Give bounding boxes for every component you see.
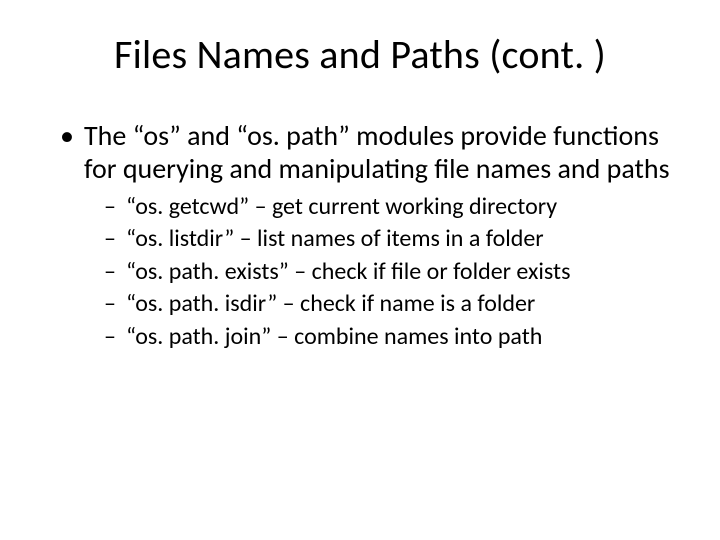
sub-bullet-item: “os. path. join” – combine names into pa… bbox=[104, 321, 670, 353]
slide: Files Names and Paths (cont. ) The “os” … bbox=[0, 0, 720, 540]
bullet-item: The “os” and “os. path” modules provide … bbox=[60, 119, 670, 353]
sub-bullet-item: “os. getcwd” – get current working direc… bbox=[104, 191, 670, 223]
bullet-text: The “os” and “os. path” modules provide … bbox=[84, 118, 670, 186]
sub-bullet-item: “os. path. isdir” – check if name is a f… bbox=[104, 288, 670, 320]
bullet-list-level1: The “os” and “os. path” modules provide … bbox=[60, 119, 670, 353]
sub-bullet-text: “os. path. isdir” – check if name is a f… bbox=[126, 289, 535, 318]
sub-bullet-item: “os. listdir” – list names of items in a… bbox=[104, 223, 670, 255]
sub-bullet-text: “os. getcwd” – get current working direc… bbox=[126, 192, 557, 221]
sub-bullet-text: “os. path. join” – combine names into pa… bbox=[126, 322, 542, 351]
sub-bullet-text: “os. path. exists” – check if file or fo… bbox=[126, 257, 570, 286]
slide-title: Files Names and Paths (cont. ) bbox=[40, 30, 680, 79]
sub-bullet-text: “os. listdir” – list names of items in a… bbox=[126, 224, 544, 253]
bullet-list-level2: “os. getcwd” – get current working direc… bbox=[104, 191, 670, 353]
sub-bullet-item: “os. path. exists” – check if file or fo… bbox=[104, 256, 670, 288]
